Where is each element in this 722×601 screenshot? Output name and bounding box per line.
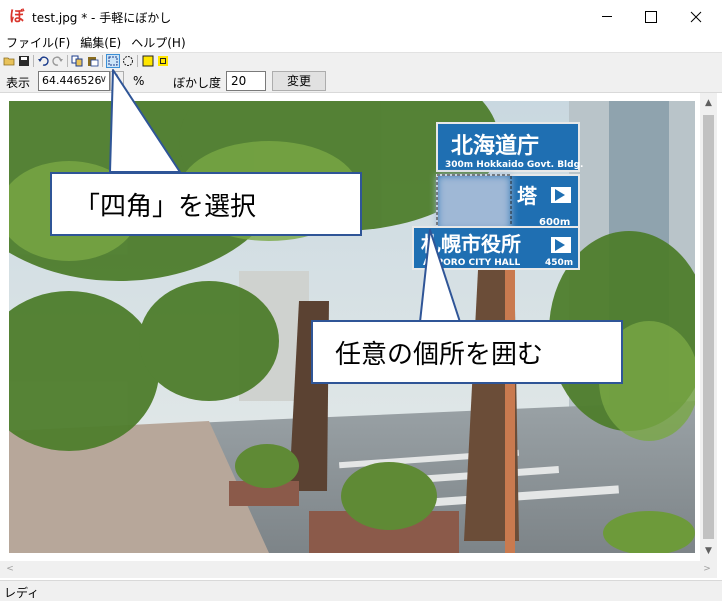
sign-bottom-romaji: APPORO CITY HALL bbox=[423, 258, 520, 268]
ellipse-select-icon bbox=[123, 56, 133, 66]
sign-top-kanji: 北海道庁 bbox=[451, 133, 539, 159]
redo-button[interactable] bbox=[51, 54, 65, 68]
sign-bottom-distance: 450m bbox=[545, 258, 573, 268]
rect-color-small-icon bbox=[158, 56, 168, 66]
sign-bottom-kanji: 札幌市役所 bbox=[420, 232, 521, 256]
chevron-down-icon: ∨ bbox=[99, 74, 107, 85]
scroll-left-icon[interactable]: < bbox=[2, 561, 18, 578]
ellipse-select-button[interactable] bbox=[121, 54, 135, 68]
callout-enclose-area: 任意の個所を囲む bbox=[311, 320, 623, 384]
scroll-down-icon[interactable]: ▼ bbox=[700, 543, 717, 559]
open-button[interactable] bbox=[2, 54, 16, 68]
blur-input[interactable]: 20 bbox=[226, 71, 266, 91]
toolbar bbox=[0, 52, 722, 69]
redo-icon bbox=[52, 56, 63, 66]
fill-rect-button[interactable] bbox=[141, 54, 155, 68]
scroll-right-icon[interactable]: > bbox=[699, 561, 715, 578]
title-bar: ぼ test.jpg * - 手軽にぼかし bbox=[0, 0, 722, 33]
apply-button[interactable]: 変更 bbox=[272, 71, 326, 91]
zoom-combo[interactable]: 64.446526 ∨ bbox=[38, 71, 110, 91]
app-icon: ぼ bbox=[9, 7, 25, 25]
open-icon bbox=[3, 57, 15, 66]
paste-icon bbox=[88, 57, 99, 67]
menu-file[interactable]: ファイル(F) bbox=[6, 34, 70, 51]
percent-label: % bbox=[133, 74, 145, 88]
undo-button[interactable] bbox=[36, 54, 50, 68]
minimize-button[interactable] bbox=[584, 0, 630, 33]
scroll-thumb[interactable] bbox=[703, 115, 714, 539]
fill-small-rect-button[interactable] bbox=[156, 54, 170, 68]
blur-label: ぼかし度 bbox=[173, 76, 222, 90]
zoom-value: 64.446526 bbox=[42, 74, 102, 87]
rect-select-button[interactable] bbox=[106, 54, 120, 68]
options-bar: 表示 64.446526 ∨ ▲ % ぼかし度 20 変更 bbox=[0, 69, 722, 93]
horizontal-scrollbar[interactable]: < > bbox=[0, 561, 717, 578]
copy-icon bbox=[71, 55, 83, 67]
vertical-scrollbar[interactable]: ▲ ▼ bbox=[700, 93, 717, 561]
save-icon bbox=[19, 56, 29, 66]
menu-bar: ファイル(F) 編集(E) ヘルプ(H) bbox=[0, 33, 722, 52]
paste-button[interactable] bbox=[86, 54, 100, 68]
zoom-spinner[interactable]: ▲ bbox=[110, 71, 124, 91]
maximize-button[interactable] bbox=[628, 0, 674, 33]
rect-color-icon bbox=[142, 55, 154, 67]
sign-top-romaji: 300m Hokkaido Govt. Bldg. bbox=[445, 160, 583, 170]
window-title: test.jpg * - 手軽にぼかし bbox=[32, 11, 172, 25]
scroll-up-icon[interactable]: ▲ bbox=[700, 95, 717, 111]
menu-help[interactable]: ヘルプ(H) bbox=[131, 34, 185, 51]
undo-icon bbox=[38, 56, 49, 66]
close-button[interactable] bbox=[673, 0, 719, 33]
close-icon bbox=[690, 11, 702, 22]
status-bar: レディ bbox=[0, 580, 722, 601]
save-button[interactable] bbox=[17, 54, 31, 68]
status-text: レディ bbox=[4, 586, 40, 600]
rect-select-icon bbox=[108, 56, 118, 66]
sign-mid-kanji: 塔 bbox=[517, 184, 538, 208]
copy-button[interactable] bbox=[70, 54, 84, 68]
callout-select-rectangle: 「四角」を選択 bbox=[50, 172, 362, 236]
menu-edit[interactable]: 編集(E) bbox=[80, 34, 121, 51]
zoom-label: 表示 bbox=[6, 76, 31, 90]
